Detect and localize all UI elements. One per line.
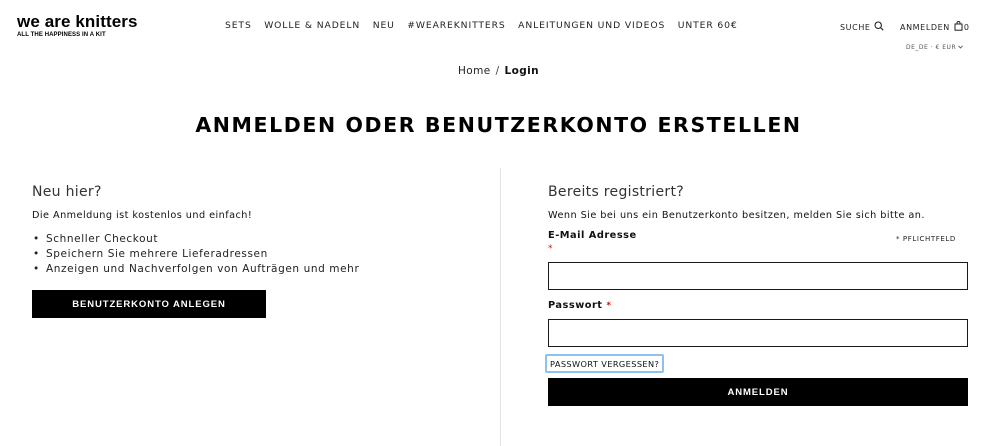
page-title: ANMELDEN ODER BENUTZERKONTO ERSTELLEN: [195, 113, 802, 137]
email-label: E-Mail Adresse: [548, 230, 637, 241]
registered-heading: Bereits registriert?: [548, 184, 684, 200]
cart-count: 0: [963, 22, 970, 32]
chevron-down-icon: [958, 44, 963, 51]
nav-item-wolle-nadeln[interactable]: WOLLE & NADELN: [264, 20, 360, 32]
new-customer-intro: Die Anmeldung ist kostenlos und einfach!: [32, 210, 253, 221]
breadcrumb-separator: /: [495, 65, 500, 77]
forgot-password-link[interactable]: PASSWORT VERGESSEN?: [545, 354, 665, 373]
cart-button[interactable]: 0: [954, 21, 970, 33]
password-field[interactable]: [548, 319, 968, 347]
email-field[interactable]: [548, 262, 968, 290]
main-nav: SETS WOLLE & NADELN NEU #WEAREKNITTERS A…: [225, 20, 750, 32]
registered-intro: Wenn Sie bei uns ein Benutzerkonto besit…: [548, 210, 925, 221]
brand-name: we are knitters: [17, 12, 138, 31]
search-button[interactable]: SUCHE: [840, 21, 884, 33]
password-required-star: *: [606, 301, 612, 311]
required-note: * PFLICHTFELD: [896, 235, 956, 243]
bag-icon: [954, 21, 963, 33]
breadcrumb-current: Login: [504, 65, 540, 77]
breadcrumb: Home / Login: [0, 65, 997, 77]
nav-item-neu[interactable]: NEU: [373, 20, 395, 32]
new-customer-section: Neu hier? Die Anmeldung ist kostenlos un…: [32, 183, 472, 277]
column-divider: [500, 168, 501, 446]
create-account-button[interactable]: BENUTZERKONTO ANLEGEN: [32, 290, 266, 318]
password-label-text: Passwort: [548, 300, 603, 311]
benefit-item: Speichern Sie mehrere Lieferadressen: [32, 247, 472, 262]
locale-switcher[interactable]: DE_DE · € EUR: [906, 44, 963, 51]
nav-item-sets[interactable]: SETS: [225, 20, 252, 32]
nav-item-unter-60[interactable]: UNTER 60€: [678, 20, 738, 32]
header-login-label: ANMELDEN: [900, 22, 950, 32]
breadcrumb-home[interactable]: Home: [458, 65, 491, 77]
nav-item-anleitungen[interactable]: ANLEITUNGEN UND VIDEOS: [518, 20, 665, 32]
benefits-list: Schneller Checkout Speichern Sie mehrere…: [32, 232, 472, 277]
benefit-item: Anzeigen und Nachverfolgen von Aufträgen…: [32, 262, 472, 277]
registered-customer-section: Bereits registriert? Wenn Sie bei uns ei…: [548, 183, 968, 222]
benefit-item: Schneller Checkout: [32, 232, 472, 247]
new-customer-heading: Neu hier?: [32, 184, 102, 200]
search-icon: [874, 21, 884, 33]
brand-tagline: ALL THE HAPPINESS IN A KIT: [17, 32, 106, 38]
search-label: SUCHE: [840, 22, 871, 32]
login-button[interactable]: ANMELDEN: [548, 378, 968, 406]
locale-label: DE_DE · € EUR: [906, 44, 957, 51]
email-required-star: *: [548, 244, 553, 254]
header-login-link[interactable]: ANMELDEN 0: [900, 21, 970, 33]
nav-item-weareknitters[interactable]: #WEAREKNITTERS: [407, 20, 505, 32]
brand-logo[interactable]: we are knitters ALL THE HAPPINESS IN A K…: [17, 13, 138, 39]
password-label: Passwort *: [548, 300, 612, 311]
